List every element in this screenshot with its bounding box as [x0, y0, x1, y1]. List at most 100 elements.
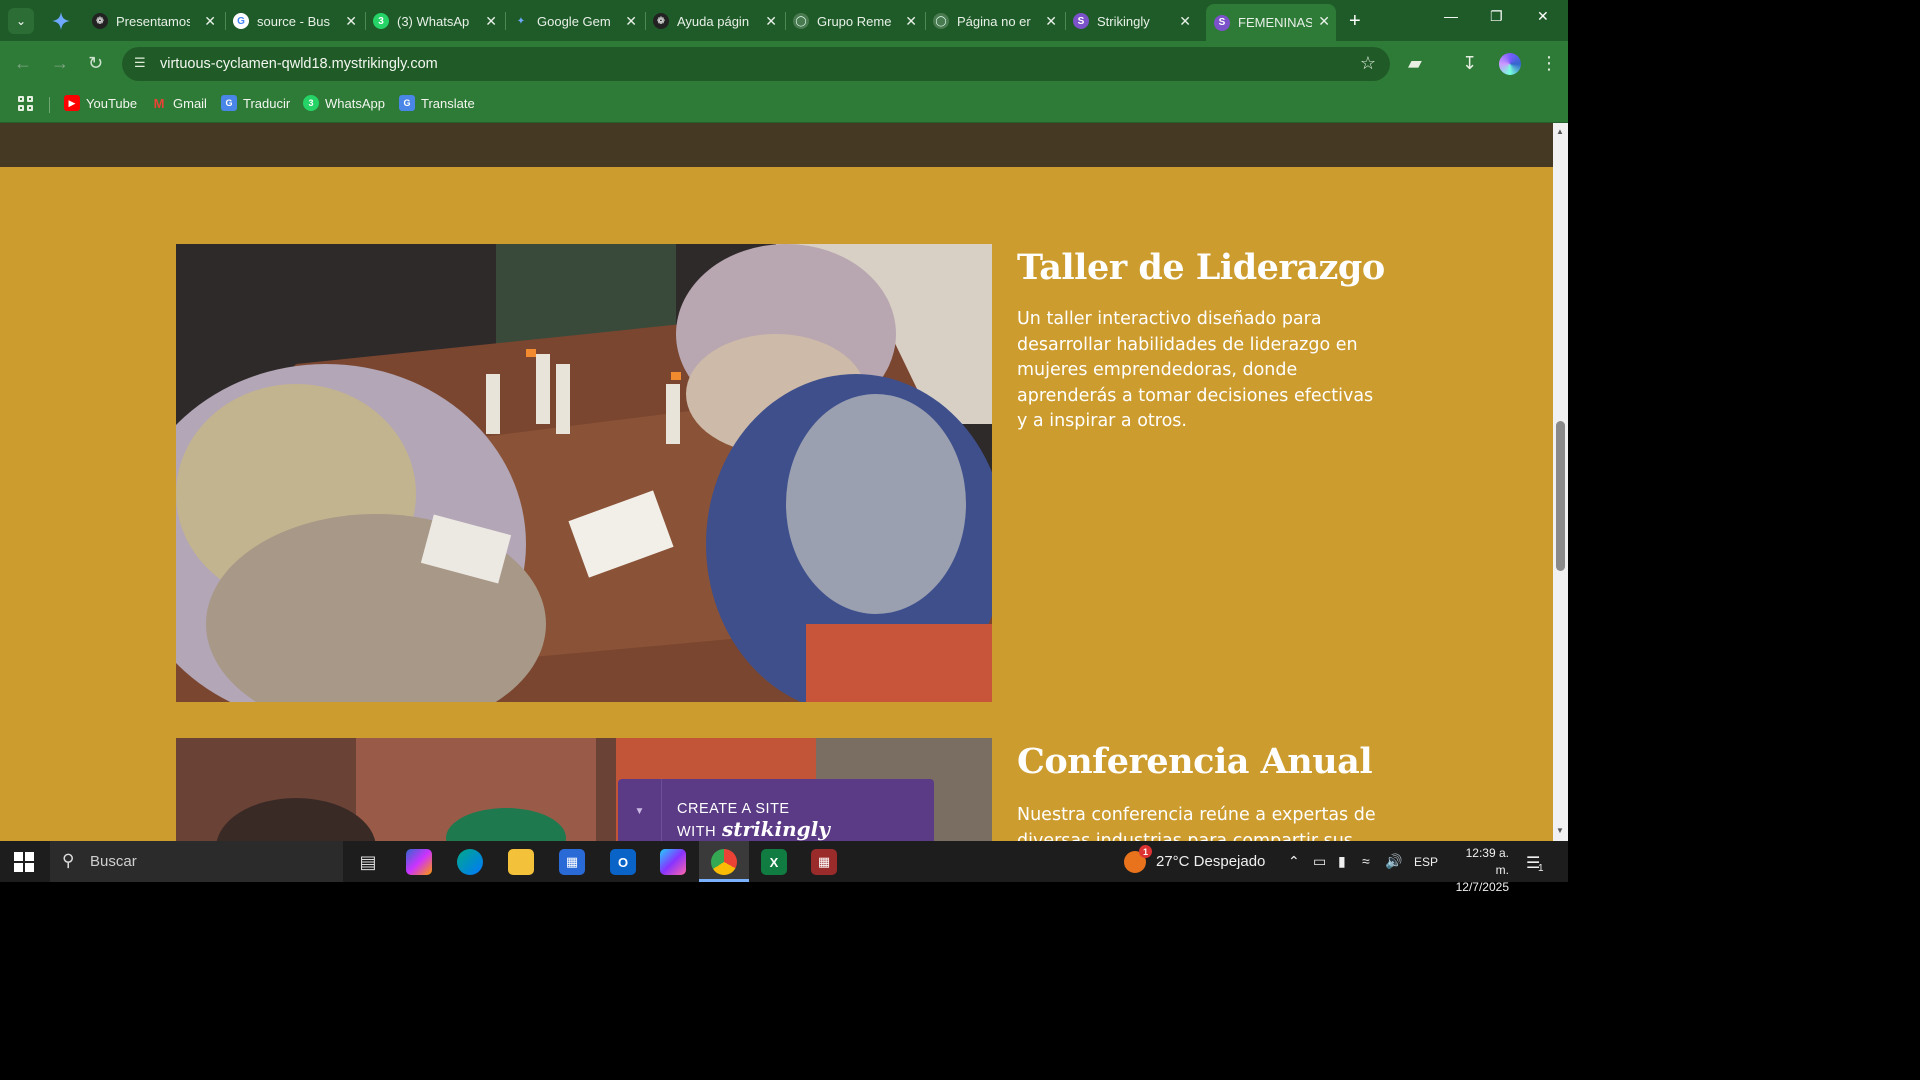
- chrome-taskbar-button[interactable]: [699, 841, 749, 882]
- close-icon[interactable]: ✕: [204, 13, 216, 30]
- tab-source-busqueda[interactable]: G source - Bus ✕: [233, 6, 363, 36]
- menu-kebab-icon[interactable]: ⋮: [1540, 53, 1558, 74]
- wifi-icon[interactable]: ≈: [1362, 853, 1370, 869]
- section-title-taller: Taller de Liderazgo: [1017, 247, 1385, 288]
- close-icon[interactable]: ✕: [1179, 13, 1191, 30]
- tab-presentamos[interactable]: ❁ Presentamos ✕: [92, 6, 222, 36]
- tab-ayuda-pagina[interactable]: ❁ Ayuda págin ✕: [653, 6, 783, 36]
- tab-strikingly[interactable]: S Strikingly ✕: [1073, 6, 1197, 36]
- taskbar-search[interactable]: ⚲ Buscar: [50, 841, 343, 882]
- scroll-down-icon[interactable]: ▼: [1556, 826, 1564, 835]
- bookmark-label: Traducir: [243, 95, 291, 111]
- openai-icon: ❁: [653, 13, 669, 29]
- restore-icon[interactable]: ❐: [1490, 8, 1503, 25]
- task-view-icon[interactable]: ▤: [355, 849, 381, 875]
- google-icon: G: [233, 13, 249, 29]
- vertical-scrollbar[interactable]: ▲ ▼: [1553, 123, 1568, 841]
- chevron-up-icon[interactable]: ⌃: [1288, 853, 1300, 870]
- search-icon: ⚲: [62, 851, 75, 870]
- bookmarks-bar: ▶ YouTube M Gmail G Traducir 3 WhatsApp …: [0, 87, 1568, 123]
- copilot-icon[interactable]: [406, 849, 432, 875]
- translate-icon: G: [399, 95, 415, 111]
- collapse-caret-icon[interactable]: ▼: [618, 779, 662, 841]
- url-text[interactable]: virtuous-cyclamen-qwld18.mystrikingly.co…: [160, 56, 438, 72]
- tab-strip: ⌄ ❁ Presentamos ✕ G source - Bus ✕ 3 (3)…: [0, 0, 1568, 41]
- download-icon[interactable]: ↧: [1462, 53, 1477, 74]
- globe-icon: ◯: [933, 13, 949, 29]
- forward-arrow-icon[interactable]: →: [51, 53, 69, 74]
- whatsapp-icon: 3: [373, 13, 389, 29]
- tab-pagina-no-encontrada[interactable]: ◯ Página no er ✕: [933, 6, 1063, 36]
- close-icon[interactable]: ✕: [765, 13, 777, 30]
- bookmark-whatsapp[interactable]: 3 WhatsApp: [303, 95, 385, 111]
- battery-icon[interactable]: ▮: [1338, 853, 1346, 870]
- winrar-icon[interactable]: ▦: [811, 849, 837, 875]
- bookmark-translate[interactable]: G Translate: [399, 95, 475, 111]
- back-arrow-icon[interactable]: ←: [14, 53, 32, 74]
- translate-icon: G: [221, 95, 237, 111]
- tab-title: Presentamos: [116, 13, 190, 29]
- close-icon[interactable]: ✕: [1318, 13, 1330, 30]
- language-indicator[interactable]: ESP: [1414, 855, 1438, 869]
- browser-toolbar: ← → ↻ ☰ virtuous-cyclamen-qwld18.mystrik…: [0, 41, 1568, 87]
- tab-title: Ayuda págin: [677, 13, 750, 29]
- gemini-icon: ✦: [516, 15, 526, 27]
- gmail-icon: M: [153, 95, 165, 111]
- outlook-icon[interactable]: O: [610, 849, 636, 875]
- reload-icon[interactable]: ↻: [88, 53, 103, 74]
- bookmark-traducir[interactable]: G Traducir: [221, 95, 290, 111]
- bookmark-gmail[interactable]: M Gmail: [151, 95, 207, 111]
- window-close-icon[interactable]: ✕: [1537, 8, 1549, 25]
- whatsapp-icon: 3: [303, 95, 319, 111]
- bookmark-label: WhatsApp: [325, 95, 385, 111]
- site-info-icon[interactable]: ☰: [134, 55, 150, 71]
- extensions-icon[interactable]: ▰: [1408, 53, 1422, 74]
- section-body-conferencia: Nuestra conferencia reúne a expertas de …: [1017, 805, 1376, 841]
- tab-whatsapp[interactable]: 3 (3) WhatsAp ✕: [373, 6, 503, 36]
- globe-icon: ◯: [793, 13, 809, 29]
- tab-title: FEMENINAS: [1238, 15, 1312, 30]
- new-tab-plus-icon[interactable]: +: [1349, 10, 1361, 33]
- bookmark-label: Gmail: [173, 95, 207, 111]
- edge-icon[interactable]: [457, 849, 483, 875]
- page-content: Taller de Liderazgo Un taller interactiv…: [0, 123, 1553, 841]
- close-icon[interactable]: ✕: [485, 13, 497, 30]
- address-bar[interactable]: ☰ virtuous-cyclamen-qwld18.mystrikingly.…: [122, 47, 1390, 81]
- minimize-icon[interactable]: —: [1444, 8, 1458, 24]
- close-icon[interactable]: ✕: [905, 13, 917, 30]
- scrollbar-thumb[interactable]: [1556, 421, 1565, 571]
- weather-text[interactable]: 27°C Despejado: [1156, 853, 1265, 870]
- tab-femeninas-active[interactable]: S FEMENINAS ✕: [1206, 4, 1336, 41]
- system-clock[interactable]: 12:39 a. m. 12/7/2025: [1449, 845, 1509, 896]
- microsoft-365-icon[interactable]: [660, 849, 686, 875]
- chrome-icon: [711, 849, 737, 875]
- tab-search-button[interactable]: ⌄: [8, 8, 34, 34]
- strikingly-icon: S: [1214, 14, 1230, 31]
- tab-google-gemini[interactable]: ✦ Google Gem ✕: [513, 6, 643, 36]
- apps-grid-icon[interactable]: [18, 96, 35, 113]
- bookmark-youtube[interactable]: ▶ YouTube: [64, 95, 137, 111]
- weather-icon[interactable]: 1: [1124, 845, 1152, 873]
- tab-title: Google Gem: [537, 13, 611, 29]
- gemini-icon[interactable]: [50, 10, 72, 32]
- file-explorer-icon[interactable]: [508, 849, 534, 875]
- volume-icon[interactable]: 🔊: [1385, 853, 1402, 870]
- meet-icon[interactable]: ▭: [1313, 853, 1326, 870]
- bookmark-star-icon[interactable]: ☆: [1360, 53, 1376, 74]
- windows-start-icon[interactable]: [14, 852, 34, 872]
- excel-icon[interactable]: X: [761, 849, 787, 875]
- workshop-photo: [176, 244, 992, 702]
- microsoft-store-icon[interactable]: ▦: [559, 849, 585, 875]
- profile-avatar[interactable]: [1499, 53, 1521, 75]
- bookmark-label: Translate: [421, 95, 475, 111]
- close-icon[interactable]: ✕: [625, 13, 637, 30]
- strikingly-logo: strikingly: [722, 817, 830, 841]
- youtube-icon: ▶: [64, 95, 80, 111]
- close-icon[interactable]: ✕: [1045, 13, 1057, 30]
- close-icon[interactable]: ✕: [345, 13, 357, 30]
- create-site-banner[interactable]: ▼ CREATE A SITE WITH strikingly: [618, 779, 934, 841]
- clock-time: 12:39 a. m.: [1465, 846, 1509, 877]
- scroll-up-icon[interactable]: ▲: [1556, 127, 1564, 136]
- tab-grupo-reme[interactable]: ◯ Grupo Reme ✕: [793, 6, 923, 36]
- tab-title: source - Bus: [257, 13, 330, 29]
